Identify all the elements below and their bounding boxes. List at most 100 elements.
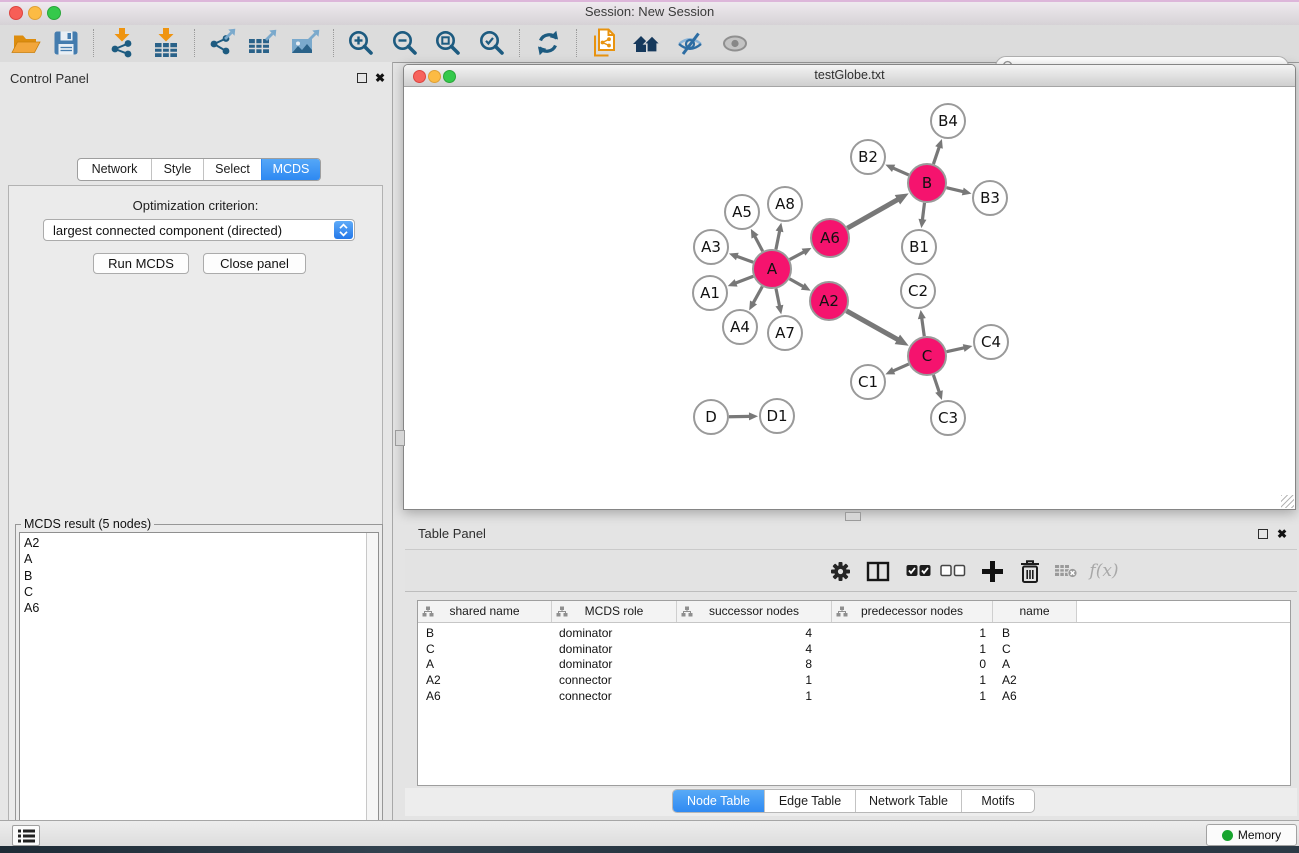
tab-network[interactable]: Network bbox=[78, 159, 151, 180]
edge-A6-B[interactable] bbox=[847, 198, 899, 228]
export-network-icon[interactable] bbox=[205, 26, 239, 60]
edge-C-C3[interactable] bbox=[933, 375, 939, 393]
tab-style[interactable]: Style bbox=[151, 159, 203, 180]
edge-B-B3[interactable] bbox=[946, 188, 964, 192]
edge-A-A2[interactable] bbox=[789, 279, 804, 287]
graph-node-D[interactable]: D bbox=[694, 400, 728, 434]
edge-B-B4[interactable] bbox=[933, 146, 939, 164]
save-session-icon[interactable] bbox=[49, 26, 83, 60]
split-divider-handle[interactable] bbox=[395, 430, 405, 446]
edge-A-A7[interactable] bbox=[776, 289, 780, 308]
float-panel-icon[interactable] bbox=[357, 73, 367, 83]
zoom-out-icon[interactable] bbox=[388, 26, 422, 60]
graph-node-C[interactable]: C bbox=[908, 337, 946, 375]
graph-node-B1[interactable]: B1 bbox=[902, 230, 936, 264]
table-row[interactable]: A2connector11A2 bbox=[418, 673, 1290, 689]
table-row[interactable]: Bdominator41B bbox=[418, 626, 1290, 642]
graph-node-A4[interactable]: A4 bbox=[723, 310, 757, 344]
delete-columns-icon[interactable] bbox=[1013, 554, 1047, 588]
graph-node-A7[interactable]: A7 bbox=[768, 316, 802, 350]
graph-node-A5[interactable]: A5 bbox=[725, 195, 759, 229]
float-table-panel-icon[interactable] bbox=[1258, 529, 1268, 539]
edge-A-A4[interactable] bbox=[753, 287, 763, 305]
deselect-all-columns-icon[interactable] bbox=[936, 554, 970, 588]
graph-node-C4[interactable]: C4 bbox=[974, 325, 1008, 359]
edge-C-C2[interactable] bbox=[922, 317, 925, 336]
mcds-result-item[interactable]: A6 bbox=[20, 600, 378, 616]
graph-node-B4[interactable]: B4 bbox=[931, 104, 965, 138]
graph-node-C3[interactable]: C3 bbox=[931, 401, 965, 435]
graph-node-D1[interactable]: D1 bbox=[760, 399, 794, 433]
edge-A-A8[interactable] bbox=[776, 230, 780, 250]
zoom-in-icon[interactable] bbox=[344, 26, 378, 60]
split-divider-handle[interactable] bbox=[845, 512, 861, 521]
zoom-fit-icon[interactable] bbox=[431, 26, 465, 60]
graph-node-C1[interactable]: C1 bbox=[851, 365, 885, 399]
delete-table-icon[interactable] bbox=[1049, 554, 1083, 588]
close-table-panel-icon[interactable]: ✖ bbox=[1277, 528, 1287, 540]
import-network-icon[interactable] bbox=[105, 26, 139, 60]
import-table-icon[interactable] bbox=[149, 26, 183, 60]
memory-button[interactable]: Memory bbox=[1206, 824, 1297, 846]
mcds-result-item[interactable]: A bbox=[20, 551, 378, 567]
refresh-icon[interactable] bbox=[531, 26, 565, 60]
table-row[interactable]: Cdominator41C bbox=[418, 642, 1290, 658]
graph-node-B2[interactable]: B2 bbox=[851, 140, 885, 174]
edge-A2-C[interactable] bbox=[846, 311, 899, 341]
column-header-predecessor-nodes[interactable]: predecessor nodes bbox=[832, 601, 993, 622]
export-image-icon[interactable] bbox=[288, 26, 322, 60]
edge-B-B2[interactable] bbox=[892, 168, 909, 175]
show-all-nodes-icon[interactable] bbox=[630, 26, 664, 60]
edge-A-A1[interactable] bbox=[734, 276, 753, 283]
hide-selected-icon[interactable] bbox=[673, 26, 707, 60]
create-column-icon[interactable] bbox=[975, 554, 1009, 588]
graph-node-B3[interactable]: B3 bbox=[973, 181, 1007, 215]
tab-edge-table[interactable]: Edge Table bbox=[764, 790, 855, 812]
network-canvas[interactable]: B4 B2 B B3 A8 A5A3 A6 B1 A A1 C2 A2 A4 A7 C4 C C1 C3 D D1 bbox=[404, 87, 1295, 509]
graph-node-B[interactable]: B bbox=[908, 164, 946, 202]
export-table-icon[interactable] bbox=[245, 26, 279, 60]
table-row[interactable]: A6connector11A6 bbox=[418, 689, 1290, 705]
tab-mcds[interactable]: MCDS bbox=[261, 159, 320, 180]
show-hidden-icon[interactable] bbox=[718, 26, 752, 60]
graph-node-A[interactable]: A bbox=[753, 250, 791, 288]
column-header-MCDS-role[interactable]: MCDS role bbox=[552, 601, 677, 622]
graph-node-A2[interactable]: A2 bbox=[810, 282, 848, 320]
function-builder-icon[interactable]: f(x) bbox=[1087, 554, 1121, 588]
edge-C-C4[interactable] bbox=[947, 348, 966, 352]
graph-node-A1[interactable]: A1 bbox=[693, 276, 727, 310]
table-mode-gear-icon[interactable] bbox=[823, 554, 857, 588]
mcds-result-item[interactable]: C bbox=[20, 584, 378, 600]
column-header-name[interactable]: name bbox=[993, 601, 1077, 622]
task-history-button[interactable] bbox=[12, 825, 40, 846]
select-all-columns-icon[interactable] bbox=[902, 554, 936, 588]
tab-select[interactable]: Select bbox=[203, 159, 261, 180]
run-mcds-button[interactable]: Run MCDS bbox=[93, 253, 189, 274]
zoom-selected-icon[interactable] bbox=[475, 26, 509, 60]
graph-node-A8[interactable]: A8 bbox=[768, 187, 802, 221]
graph-node-A3[interactable]: A3 bbox=[694, 230, 728, 264]
show-column-icon[interactable] bbox=[861, 554, 895, 588]
close-panel-button[interactable]: Close panel bbox=[203, 253, 306, 274]
tab-network-table[interactable]: Network Table bbox=[855, 790, 961, 812]
edge-C-C1[interactable] bbox=[892, 364, 909, 371]
tab-node-table[interactable]: Node Table bbox=[673, 790, 764, 812]
resize-grip-icon[interactable] bbox=[1281, 495, 1294, 508]
clone-network-icon[interactable] bbox=[588, 26, 622, 60]
mcds-result-item[interactable]: A2 bbox=[20, 535, 378, 551]
graph-node-C2[interactable]: C2 bbox=[901, 274, 935, 308]
graph-node-A6[interactable]: A6 bbox=[811, 219, 849, 257]
open-file-icon[interactable] bbox=[9, 26, 43, 60]
column-header-shared-name[interactable]: shared name bbox=[418, 601, 552, 622]
optimization-select[interactable]: largest connected component (directed) bbox=[43, 219, 355, 241]
tab-motifs[interactable]: Motifs bbox=[961, 790, 1034, 812]
edge-A-A6[interactable] bbox=[790, 251, 805, 259]
table-row[interactable]: Adominator80A bbox=[418, 657, 1290, 673]
mcds-result-item[interactable]: B bbox=[20, 568, 378, 584]
close-panel-icon[interactable]: ✖ bbox=[375, 72, 385, 84]
scrollbar[interactable] bbox=[366, 533, 378, 853]
column-header-successor-nodes[interactable]: successor nodes bbox=[677, 601, 832, 622]
edge-B-B1[interactable] bbox=[922, 203, 924, 221]
edge-A-A5[interactable] bbox=[754, 235, 762, 251]
mcds-result-list[interactable]: A2ABCA6 bbox=[19, 532, 379, 853]
